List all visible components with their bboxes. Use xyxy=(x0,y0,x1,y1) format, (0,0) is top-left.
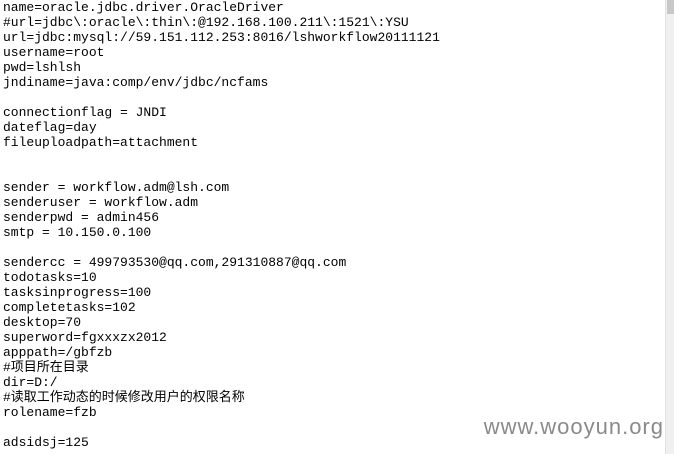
text-line: senderuser = workflow.adm xyxy=(3,195,199,210)
text-line: apppath=/gbfzb xyxy=(3,345,113,360)
text-line: dir=D:/ xyxy=(3,375,58,390)
text-line: dateflag=day xyxy=(3,120,97,135)
text-line: name=oracle.jdbc.driver.OracleDriver xyxy=(3,0,284,15)
text-line: smtp = 10.150.0.100 xyxy=(3,225,152,240)
text-line: sendercc = 499793530@qq.com,291310887@qq… xyxy=(3,255,347,270)
text-line: jndiname=java:comp/env/jdbc/ncfams xyxy=(3,75,269,90)
text-line xyxy=(3,90,664,105)
text-line: fileuploadpath=attachment xyxy=(3,135,199,150)
text-line xyxy=(3,150,664,165)
watermark: www.wooyun.org xyxy=(483,414,664,439)
text-line: #项目所在目录 xyxy=(3,360,89,375)
text-line: connectionflag = JNDI xyxy=(3,105,167,120)
text-editor[interactable]: name=oracle.jdbc.driver.OracleDriver #ur… xyxy=(0,0,674,454)
text-line: username=root xyxy=(3,45,105,60)
text-line: senderpwd = admin456 xyxy=(3,210,160,225)
text-line xyxy=(3,240,664,255)
text-line xyxy=(3,165,664,180)
text-line: #读取工作动态的时候修改用户的权限名称 xyxy=(3,390,245,405)
text-line: tasksinprogress=100 xyxy=(3,285,152,300)
text-line: pwd=lshlsh xyxy=(3,60,82,75)
text-line: sender = workflow.adm@lsh.com xyxy=(3,180,230,195)
text-line: url=jdbc:mysql://59.151.112.253:8016/lsh… xyxy=(3,30,440,45)
text-line: completetasks=102 xyxy=(3,300,136,315)
text-line: todotasks=10 xyxy=(3,270,97,285)
vertical-scrollbar[interactable] xyxy=(665,0,674,454)
scrollbar-thumb[interactable] xyxy=(667,0,674,14)
text-line: #url=jdbc\:oracle\:thin\:@192.168.100.21… xyxy=(3,15,409,30)
text-line: superword=fgxxxzx2012 xyxy=(3,330,167,345)
text-area[interactable]: name=oracle.jdbc.driver.OracleDriver #ur… xyxy=(0,0,664,454)
text-line: desktop=70 xyxy=(3,315,82,330)
